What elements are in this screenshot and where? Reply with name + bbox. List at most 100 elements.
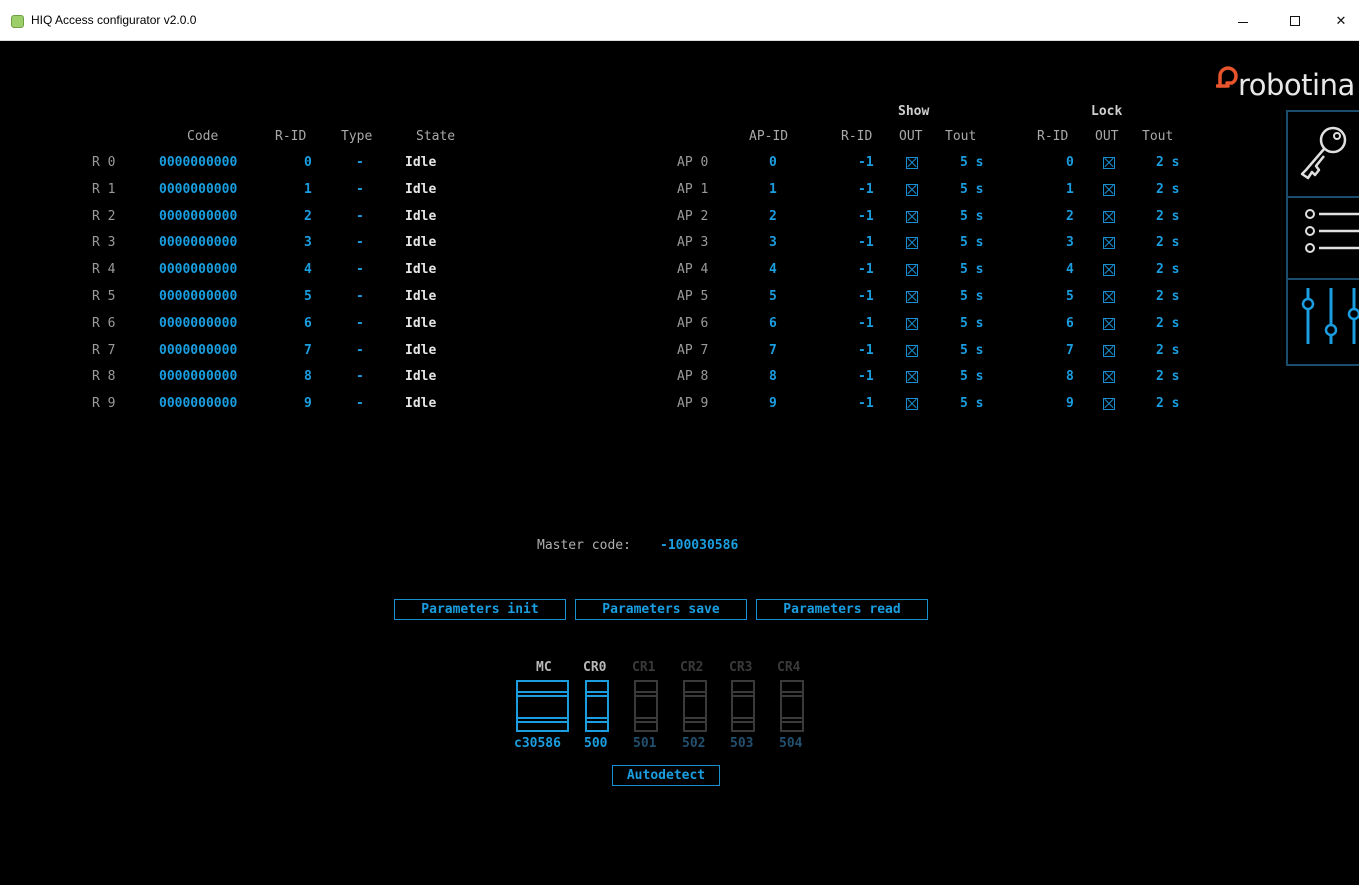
- lock-out-checkbox[interactable]: [1103, 317, 1115, 330]
- sidebar-item-access[interactable]: [1286, 110, 1359, 198]
- lock-rid-value[interactable]: 3: [1066, 235, 1074, 251]
- reader-code-value[interactable]: 0000000000: [159, 235, 237, 251]
- show-rid-value[interactable]: -1: [858, 262, 874, 278]
- reader-rid-value[interactable]: 3: [304, 235, 312, 251]
- reader-code-value[interactable]: 0000000000: [159, 289, 237, 305]
- show-out-checkbox[interactable]: [906, 344, 918, 357]
- show-rid-value[interactable]: -1: [858, 289, 874, 305]
- show-rid-value[interactable]: -1: [858, 235, 874, 251]
- show-out-checkbox[interactable]: [906, 398, 918, 411]
- reader-code-value[interactable]: 0000000000: [159, 209, 237, 225]
- lock-tout-value[interactable]: 2 s: [1156, 235, 1179, 251]
- lock-out-checkbox[interactable]: [1103, 291, 1115, 303]
- ap-id-value[interactable]: 9: [769, 396, 777, 412]
- reader-code-value[interactable]: 0000000000: [159, 396, 237, 412]
- reader-code-value[interactable]: 0000000000: [159, 155, 237, 171]
- minimize-button[interactable]: [1220, 4, 1266, 38]
- show-rid-value[interactable]: -1: [858, 396, 874, 412]
- show-tout-value[interactable]: 5 s: [960, 182, 983, 198]
- lock-out-checkbox[interactable]: [1103, 237, 1115, 250]
- show-out-checkbox[interactable]: [906, 210, 918, 223]
- lock-rid-value[interactable]: 2: [1066, 209, 1074, 225]
- reader-rid-value[interactable]: 2: [304, 209, 312, 225]
- lock-rid-value[interactable]: 4: [1066, 262, 1074, 278]
- show-tout-value[interactable]: 5 s: [960, 262, 983, 278]
- reader-rid-value[interactable]: 6: [304, 316, 312, 332]
- show-rid-value[interactable]: -1: [858, 209, 874, 225]
- ap-id-value[interactable]: 5: [769, 289, 777, 305]
- show-tout-value[interactable]: 5 s: [960, 316, 983, 332]
- master-code-value[interactable]: -100030586: [660, 538, 738, 554]
- reader-rid-value[interactable]: 5: [304, 289, 312, 305]
- lock-tout-value[interactable]: 2 s: [1156, 396, 1179, 412]
- ap-id-value[interactable]: 2: [769, 209, 777, 225]
- autodetect-button[interactable]: Autodetect: [612, 765, 720, 786]
- ap-id-value[interactable]: 1: [769, 182, 777, 198]
- parameters-save-button[interactable]: Parameters save: [575, 599, 747, 620]
- show-tout-value[interactable]: 5 s: [960, 369, 983, 385]
- reader-rid-value[interactable]: 0: [304, 155, 312, 171]
- show-tout-value[interactable]: 5 s: [960, 209, 983, 225]
- lock-out-checkbox[interactable]: [1103, 210, 1115, 223]
- ap-id-value[interactable]: 3: [769, 235, 777, 251]
- sidebar-item-settings[interactable]: [1286, 280, 1359, 366]
- reader-rid-value[interactable]: 4: [304, 262, 312, 278]
- lock-out-checkbox[interactable]: [1103, 264, 1115, 277]
- lock-tout-value[interactable]: 2 s: [1156, 369, 1179, 385]
- lock-out-checkbox[interactable]: [1103, 157, 1115, 169]
- parameters-init-button[interactable]: Parameters init: [394, 599, 566, 620]
- reader-code-value[interactable]: 0000000000: [159, 343, 237, 359]
- show-out-checkbox[interactable]: [906, 157, 918, 169]
- reader-rid-value[interactable]: 7: [304, 343, 312, 359]
- show-tout-value[interactable]: 5 s: [960, 235, 983, 251]
- reader-code-value[interactable]: 0000000000: [159, 316, 237, 332]
- lock-tout-value[interactable]: 2 s: [1156, 289, 1179, 305]
- lock-tout-value[interactable]: 2 s: [1156, 343, 1179, 359]
- lock-rid-value[interactable]: 8: [1066, 369, 1074, 385]
- show-tout-value[interactable]: 5 s: [960, 155, 983, 171]
- show-tout-value[interactable]: 5 s: [960, 289, 983, 305]
- sidebar-item-list[interactable]: [1286, 198, 1359, 280]
- lock-out-checkbox[interactable]: [1103, 344, 1115, 357]
- show-out-checkbox[interactable]: [906, 264, 918, 277]
- lock-rid-value[interactable]: 1: [1066, 182, 1074, 198]
- reader-code-value[interactable]: 0000000000: [159, 369, 237, 385]
- close-button[interactable]: ✕: [1318, 4, 1359, 38]
- lock-rid-value[interactable]: 6: [1066, 316, 1074, 332]
- lock-tout-value[interactable]: 2 s: [1156, 262, 1179, 278]
- lock-rid-value[interactable]: 0: [1066, 155, 1074, 171]
- lock-rid-value[interactable]: 5: [1066, 289, 1074, 305]
- show-out-checkbox[interactable]: [906, 183, 918, 196]
- lock-rid-value[interactable]: 9: [1066, 396, 1074, 412]
- show-rid-value[interactable]: -1: [858, 155, 874, 171]
- show-rid-value[interactable]: -1: [858, 182, 874, 198]
- ap-id-value[interactable]: 6: [769, 316, 777, 332]
- lock-tout-value[interactable]: 2 s: [1156, 155, 1179, 171]
- lock-rid-value[interactable]: 7: [1066, 343, 1074, 359]
- show-rid-value[interactable]: -1: [858, 316, 874, 332]
- ap-id-value[interactable]: 0: [769, 155, 777, 171]
- lock-tout-value[interactable]: 2 s: [1156, 316, 1179, 332]
- show-rid-value[interactable]: -1: [858, 369, 874, 385]
- ap-id-value[interactable]: 8: [769, 369, 777, 385]
- reader-rid-value[interactable]: 1: [304, 182, 312, 198]
- reader-code-value[interactable]: 0000000000: [159, 182, 237, 198]
- lock-tout-value[interactable]: 2 s: [1156, 182, 1179, 198]
- reader-rid-value[interactable]: 9: [304, 396, 312, 412]
- show-out-checkbox[interactable]: [906, 291, 918, 303]
- reader-code-value[interactable]: 0000000000: [159, 262, 237, 278]
- lock-out-checkbox[interactable]: [1103, 183, 1115, 196]
- lock-tout-value[interactable]: 2 s: [1156, 209, 1179, 225]
- show-out-checkbox[interactable]: [906, 317, 918, 330]
- show-tout-value[interactable]: 5 s: [960, 343, 983, 359]
- show-rid-value[interactable]: -1: [858, 343, 874, 359]
- show-out-checkbox[interactable]: [906, 371, 918, 384]
- lock-out-checkbox[interactable]: [1103, 398, 1115, 411]
- show-out-checkbox[interactable]: [906, 237, 918, 250]
- lock-out-checkbox[interactable]: [1103, 371, 1115, 384]
- maximize-button[interactable]: [1272, 4, 1318, 38]
- ap-id-value[interactable]: 4: [769, 262, 777, 278]
- parameters-read-button[interactable]: Parameters read: [756, 599, 928, 620]
- show-tout-value[interactable]: 5 s: [960, 396, 983, 412]
- reader-rid-value[interactable]: 8: [304, 369, 312, 385]
